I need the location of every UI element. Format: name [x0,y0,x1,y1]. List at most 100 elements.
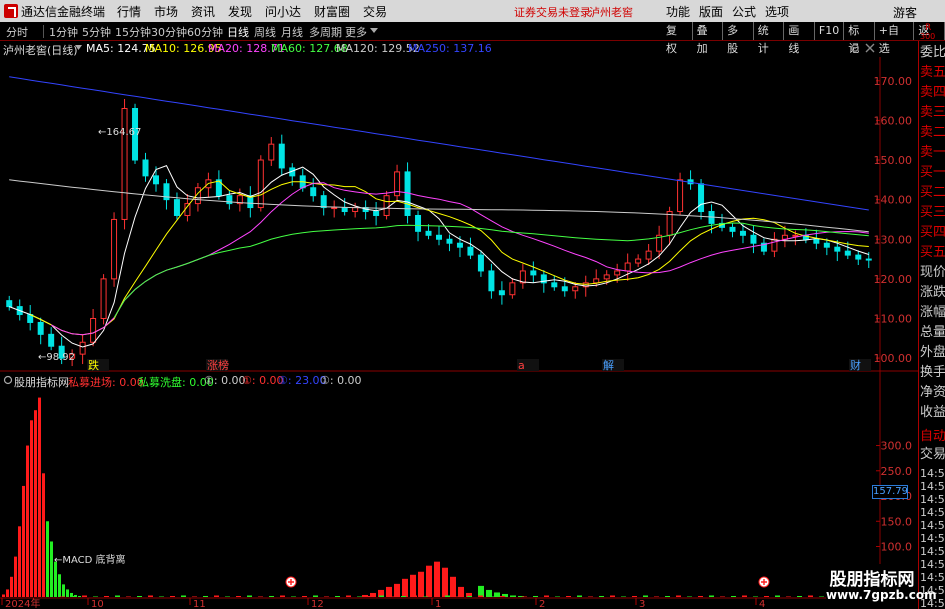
event-labels: ←164.67 ←98.92 跌 涨榜 a 解 财 [38,127,871,372]
date-tick-label: 4 [759,599,765,609]
indicator-small-bar [412,595,417,597]
indicator-small-bar [357,596,362,597]
indicator-red-bar [442,567,448,597]
indicator-small-bar [258,596,263,597]
indicator-small-bar [423,596,428,597]
candle-body [436,234,442,240]
indicator-red-bar [394,583,400,597]
indicator-small-bar [313,595,318,597]
buy-level-3[interactable]: 买三 [920,203,945,223]
indicator-small-bar [137,595,142,597]
price-tick-label: 110.00 [874,312,913,325]
indicator-red-bar [42,473,45,597]
date-tick-label: 10 [91,599,104,609]
candle-body [111,218,118,280]
settings-dot-icon[interactable] [3,375,13,385]
watermark: 股朋指标网 www.7gpzb.com [826,564,937,609]
indicator-red-bar [458,586,464,597]
stat-change: 涨跌 [920,285,945,300]
indicator-red-bar [418,571,424,597]
candle-body [603,274,610,280]
indicator-green-bar [62,584,65,597]
candle-body [320,195,327,209]
ma5-line [9,164,869,348]
macd-divergence-note: ←MACD 底背离 [54,553,126,566]
indicator-small-bar [610,595,615,597]
indicator-small-bar [786,596,791,597]
indicator-small-bar [489,596,494,597]
indicator-small-bar [456,596,461,597]
indicator-red-bar [14,556,17,597]
trade-label[interactable]: 交易 [920,445,945,465]
indicator-small-bar [643,595,648,597]
tick-time: 14:56 [920,506,945,519]
candle-body [383,195,390,216]
price-tick-label: 150.00 [874,154,913,167]
sell-level-3[interactable]: 卖三 [920,103,945,123]
event-label: a [518,359,525,372]
tick-time: 14:56 [920,545,945,558]
indicator-small-bar [588,596,593,597]
indicator-small-bar [214,595,219,597]
sell-level-2[interactable]: 卖二 [920,123,945,143]
date-tick-label: 12 [311,599,324,609]
auto-trade-label[interactable]: 自动 [920,427,945,447]
candle-body [635,258,642,264]
buy-level-5[interactable]: 买五 [920,243,945,263]
indicator-value-3: ①: 0.00 [204,374,246,387]
indicator-small-bar [269,595,274,597]
tick-time: 14:56 [920,558,945,571]
indicator-small-bar [654,596,659,597]
indicator-small-bar [808,595,813,597]
candle-body [173,199,180,216]
indicator-small-bar [291,596,296,597]
price-tick-label: 120.00 [874,273,913,286]
indicator-green-bar [66,589,69,597]
price-tick-label: 140.00 [874,194,913,207]
sell-level-1[interactable]: 卖一 [920,143,945,163]
indicator-small-bar [104,595,109,597]
indicator-green-bar [478,585,484,597]
tick-time: 14:56 [920,467,945,480]
sell-level-4[interactable]: 卖四 [920,83,945,103]
high-price-label: ←164.67 [98,127,141,138]
indicator-small-bar [225,596,230,597]
indicator-green-bar [46,521,49,597]
candle-body [624,262,631,272]
event-label: 财 [850,358,861,372]
indicator-small-bar [720,596,725,597]
candle-body [677,179,684,213]
moving-average-lines [9,76,869,348]
candlestick-series [6,98,872,367]
indicator-small-bar [533,595,538,597]
indicator-red-bar [26,445,29,597]
indicator-green-bar [58,574,61,597]
candle-body [341,207,348,213]
tick-time: 14:56 [920,493,945,506]
indicator-tick-label: 100.0 [881,541,913,554]
indicator-small-bar [742,595,747,597]
date-tick-label: 2 [539,599,545,609]
buy-level-1[interactable]: 买一 [920,163,945,183]
indicator-red-bar [10,576,13,597]
indicator-red-bar [362,594,368,597]
indicator-green-bar [486,589,492,597]
indicator-small-bar [797,595,802,597]
indicator-small-bar [346,595,351,597]
candle-body [446,238,453,244]
candle-body [6,300,13,308]
price-chart[interactable]: ←MACD 底背离 170.00 160.00 150.00 140.00 130.00… [0,0,918,609]
indicator-small-bar [731,595,736,597]
indicator-small-bar [60,596,65,597]
indicator-green-bar [50,541,53,597]
indicator-price-tag: 157.79 [872,485,908,499]
stat-outer: 外盘 [920,345,945,360]
sell-level-5[interactable]: 卖五 [920,63,945,83]
indicator-green-bar [78,595,81,597]
tick-time: 14:56 [920,532,945,545]
candle-body [855,254,862,260]
buy-level-4[interactable]: 买四 [920,223,945,243]
tick-time: 14:56 [920,480,945,493]
indicator-small-bar [434,595,439,597]
buy-level-2[interactable]: 买二 [920,183,945,203]
